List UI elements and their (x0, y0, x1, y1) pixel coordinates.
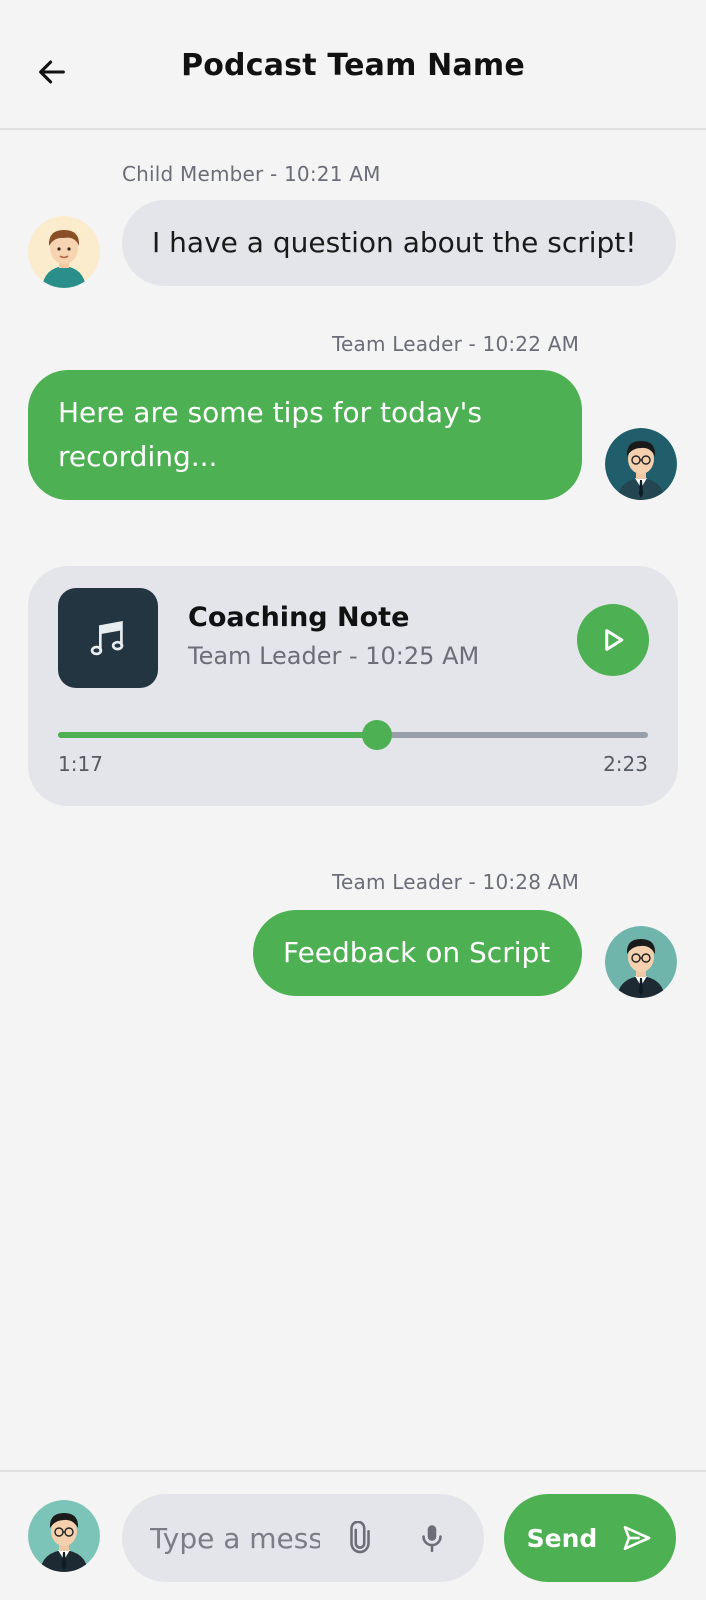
audio-title: Coaching Note (188, 602, 410, 633)
audio-progress-handle[interactable] (361, 720, 392, 750)
play-button[interactable] (577, 604, 649, 676)
team-leader-avatar[interactable] (605, 428, 677, 500)
audio-thumbnail (58, 588, 158, 688)
paperclip-icon (350, 1521, 370, 1554)
message-text: I have a question about the script! (152, 226, 637, 259)
play-icon (605, 629, 624, 651)
audio-current-time: 1:17 (58, 752, 103, 776)
message-text: Feedback on Script (283, 936, 551, 969)
team-leader-avatar[interactable] (605, 926, 677, 998)
microphone-icon (422, 1525, 442, 1553)
audio-progress-fill (58, 732, 377, 738)
message-meta: Team Leader - 10:22 AM (332, 332, 580, 356)
attach-button[interactable] (340, 1518, 380, 1558)
audio-progress-bar[interactable] (58, 720, 648, 750)
audio-total-time: 2:23 (603, 752, 648, 776)
message-input[interactable] (150, 1516, 320, 1560)
page-title: Podcast Team Name (181, 48, 525, 83)
send-button[interactable]: Send (504, 1494, 676, 1582)
message-input-container (122, 1494, 484, 1582)
music-note-icon (90, 621, 124, 656)
message-text: Here are some tips for today's recording… (58, 396, 482, 473)
audio-note-card[interactable]: Coaching Note Team Leader - 10:25 AM 1:1… (28, 566, 678, 806)
message-bubble[interactable]: Feedback on Script (253, 910, 582, 996)
message-bubble[interactable]: Here are some tips for today's recording… (28, 370, 582, 500)
message-meta: Child Member - 10:21 AM (122, 162, 381, 186)
chat-header: Podcast Team Name (0, 0, 706, 130)
current-user-avatar[interactable] (28, 1500, 100, 1572)
audio-subtitle: Team Leader - 10:25 AM (188, 642, 480, 670)
microphone-button[interactable] (412, 1518, 452, 1558)
message-meta: Team Leader - 10:28 AM (332, 870, 580, 894)
send-button-label: Send (526, 1523, 598, 1553)
message-composer: Send (0, 1470, 706, 1600)
send-icon (623, 1526, 651, 1550)
child-avatar[interactable] (28, 216, 100, 288)
message-bubble[interactable]: I have a question about the script! (122, 200, 676, 286)
